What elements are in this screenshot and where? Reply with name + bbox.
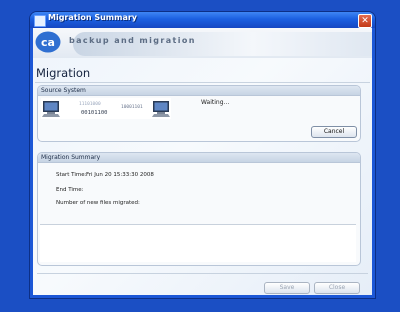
dialog-client-area: ca backup and migration Migration Source… xyxy=(33,28,372,295)
files-migrated-label: Number of new files migrated: xyxy=(56,200,140,206)
close-button[interactable]: Close xyxy=(314,282,360,294)
page-title: Migration xyxy=(36,66,91,80)
source-system-group: Source System 11101000 10001101 00101100… xyxy=(37,85,361,142)
ca-logo: ca xyxy=(35,31,61,53)
summary-log-area[interactable] xyxy=(40,224,356,262)
source-system-header: Source System xyxy=(38,86,360,96)
migration-summary-header: Migration Summary xyxy=(38,153,360,163)
save-button[interactable]: Save xyxy=(264,282,310,294)
binary-line-2: 10001101 xyxy=(121,104,143,110)
migration-summary-group: Migration Summary Start Time: Fri Jun 20… xyxy=(37,152,361,266)
app-icon xyxy=(34,15,46,27)
start-time-value: Fri Jun 20 15:33:30 2008 xyxy=(86,172,154,178)
end-time-label: End Time: xyxy=(56,187,84,193)
product-banner: ca backup and migration xyxy=(33,28,372,58)
migration-summary-window: Migration Summary ✕ ca backup and migrat… xyxy=(30,12,375,298)
footer-divider xyxy=(37,273,368,274)
logo-text: ca xyxy=(41,36,55,49)
status-text: Waiting... xyxy=(201,99,230,106)
divider xyxy=(35,82,370,83)
close-window-button[interactable]: ✕ xyxy=(358,14,372,28)
cancel-button[interactable]: Cancel xyxy=(311,126,357,138)
migration-animation: 11101000 10001101 00101100 xyxy=(41,98,171,119)
window-title: Migration Summary xyxy=(48,13,138,22)
start-time-label: Start Time: xyxy=(56,172,87,178)
binary-line-3: 00101100 xyxy=(81,110,108,116)
title-bar[interactable]: Migration Summary ✕ xyxy=(30,12,375,28)
binary-line-1: 11101000 xyxy=(79,101,101,107)
banner-tagline: backup and migration xyxy=(69,36,196,45)
